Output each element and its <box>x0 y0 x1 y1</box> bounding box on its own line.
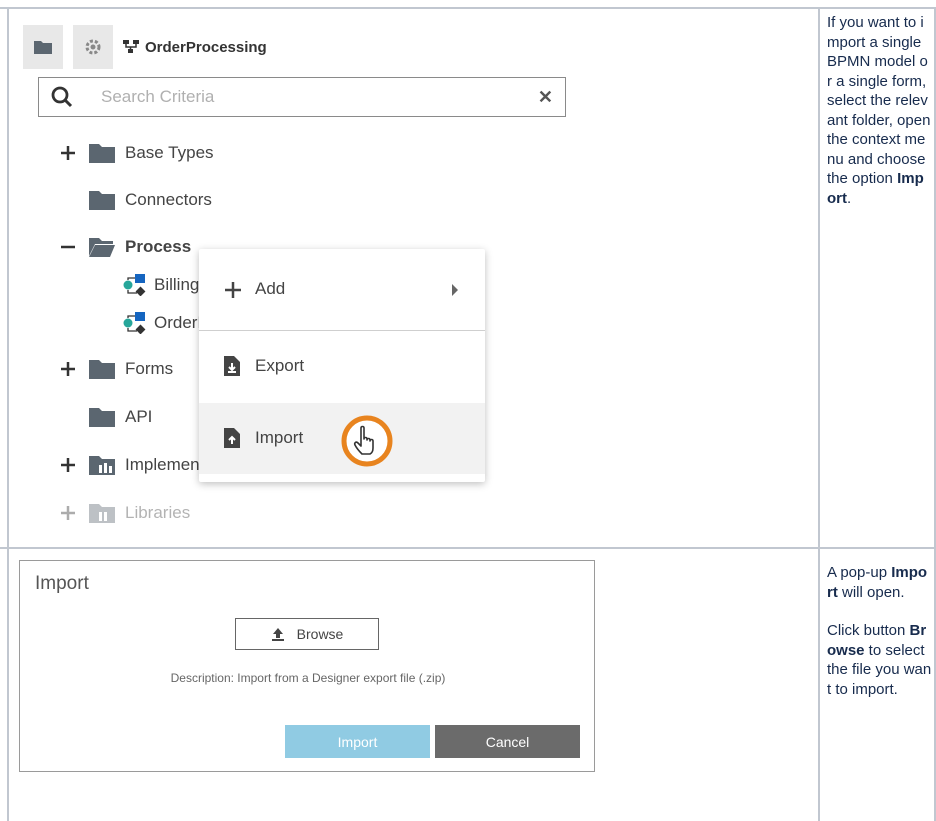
table-border-top <box>0 7 936 9</box>
folder-icon <box>89 408 115 427</box>
table-border-left <box>7 7 9 821</box>
cursor-highlight-icon <box>341 415 393 467</box>
instruction-import-popup: A pop-up Import will open. Click button … <box>827 563 932 718</box>
library-folder-icon <box>89 504 115 523</box>
project-title: OrderProcessing <box>145 38 267 56</box>
search-input[interactable] <box>101 84 501 110</box>
search-icon <box>51 86 73 108</box>
implementation-folder-icon <box>89 456 115 475</box>
expand-icon[interactable] <box>58 359 78 379</box>
cancel-button[interactable]: Cancel <box>435 725 580 758</box>
instruction-text: A pop-up <box>827 564 892 581</box>
import-button[interactable]: Import <box>285 725 430 758</box>
tree-item-label: Libraries <box>125 503 191 522</box>
hierarchy-icon <box>123 40 139 53</box>
instruction-text: If you want to import a single BPMN mode… <box>827 14 931 187</box>
close-icon[interactable]: ✕ <box>538 87 553 108</box>
bpmn-model-icon <box>123 312 146 334</box>
dialog-title: Import <box>35 573 89 594</box>
menu-item-label: Add <box>255 279 286 298</box>
gear-icon <box>85 39 101 55</box>
plus-icon <box>225 282 241 298</box>
menu-item-export[interactable]: Export <box>199 331 485 403</box>
tab-project[interactable]: OrderProcessing <box>123 25 267 69</box>
folder-icon <box>34 41 52 54</box>
menu-item-import[interactable]: Import <box>199 403 485 474</box>
tree-item-label: Billing <box>154 275 200 294</box>
tree-item-api[interactable]: API <box>89 402 152 432</box>
search-box: ✕ <box>38 77 566 117</box>
instruction-text-end: will open. <box>837 583 905 601</box>
collapse-icon[interactable] <box>58 237 78 257</box>
export-file-icon <box>224 356 240 376</box>
tree-item-label: Forms <box>125 359 174 378</box>
table-border-middle <box>0 547 936 549</box>
folder-open-icon <box>89 238 115 257</box>
instruction-paragraph-1: A pop-up Import will open. <box>827 563 932 602</box>
table-border-divider <box>818 7 820 821</box>
menu-item-label: Import <box>255 428 304 447</box>
folder-icon <box>89 360 115 379</box>
tree-item-base-types[interactable]: Base Types <box>61 138 214 168</box>
expand-icon[interactable] <box>58 143 78 163</box>
import-dialog: Import Browse Description: Import from a… <box>19 560 595 772</box>
import-file-icon <box>224 428 240 448</box>
tree-item-label: API <box>125 407 153 426</box>
explorer-tabs: OrderProcessing <box>23 25 590 75</box>
menu-item-add[interactable]: Add <box>199 249 485 330</box>
tree-item-billing[interactable]: Billing <box>123 270 199 300</box>
context-menu: Add Export Import <box>199 249 485 482</box>
explorer-panel: OrderProcessing ✕ Base Types Connectors … <box>23 25 590 525</box>
tab-folder[interactable] <box>23 25 63 69</box>
tree-item-label: Process <box>125 237 192 256</box>
tab-settings[interactable] <box>73 25 113 69</box>
instruction-text-end: . <box>847 189 852 207</box>
instruction-import-folder: If you want to import a single BPMN mode… <box>827 13 932 208</box>
chevron-right-icon <box>452 284 458 296</box>
upload-icon <box>271 628 284 641</box>
expand-icon[interactable] <box>58 455 78 475</box>
browse-label: Browse <box>296 626 344 642</box>
folder-icon <box>89 191 115 210</box>
folder-icon <box>89 144 115 163</box>
browse-button[interactable]: Browse <box>235 618 379 650</box>
instruction-text: Click button <box>827 622 910 639</box>
dialog-description: Description: Import from a Designer expo… <box>170 671 446 685</box>
menu-item-label: Export <box>255 356 305 375</box>
tree-item-forms[interactable]: Forms <box>61 354 174 384</box>
tree-item-connectors[interactable]: Connectors <box>89 185 212 215</box>
expand-icon[interactable] <box>58 503 78 523</box>
instruction-paragraph-2: Click button Browse to select the file y… <box>827 621 932 699</box>
bpmn-model-icon <box>123 274 146 296</box>
tree-item-label: Base Types <box>125 143 214 162</box>
tree-item-libraries[interactable]: Libraries <box>61 498 191 525</box>
tree-item-process[interactable]: Process <box>61 232 192 262</box>
tree-item-label: Connectors <box>125 190 212 209</box>
